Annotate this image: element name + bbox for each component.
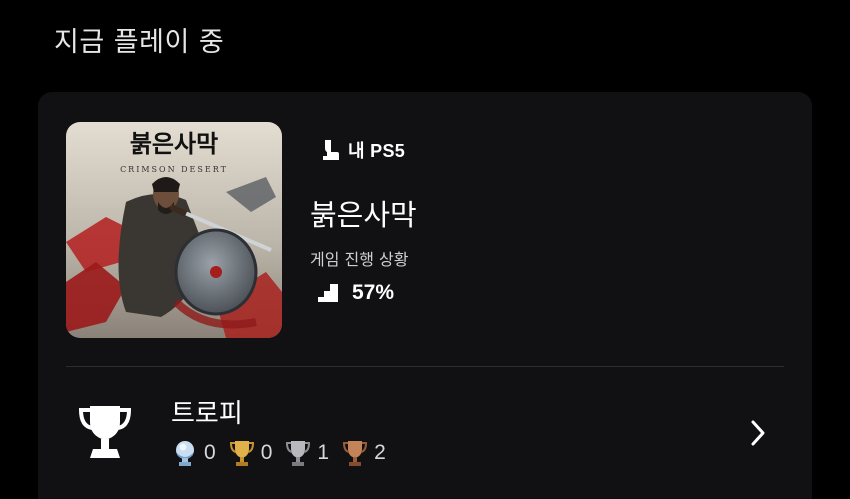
section-divider <box>66 366 784 367</box>
bronze-count: 2 <box>374 441 386 464</box>
platform-badge: 내 PS5 <box>322 137 405 163</box>
chevron-right-icon[interactable] <box>746 418 770 452</box>
cover-subtitle: CRIMSON DESERT <box>120 165 228 174</box>
page-title: 지금 플레이 중 <box>54 27 225 58</box>
progress-caption: 게임 진행 상황 <box>310 250 409 269</box>
ps5-console-icon <box>323 140 339 160</box>
platinum-trophy-count: 0 <box>173 439 216 467</box>
trophy-counts: 0 0 1 2 <box>173 439 400 467</box>
stairs-progress-icon <box>318 284 338 302</box>
cover-artwork: 붉은사막 CRIMSON DESERT <box>66 122 282 338</box>
cover-title: 붉은사막 <box>130 130 218 158</box>
trophy-section-label: 트로피 <box>171 399 243 429</box>
platinum-count: 0 <box>204 441 216 464</box>
game-progress: 57% <box>316 281 394 305</box>
bronze-trophy-count: 2 <box>343 439 386 467</box>
platinum-trophy-icon <box>176 441 194 466</box>
progress-value: 57% <box>352 281 395 304</box>
silver-trophy-count: 1 <box>286 439 329 467</box>
platform-label: 내 PS5 <box>348 141 406 161</box>
gold-trophy-icon <box>229 441 254 466</box>
gold-trophy-count: 0 <box>229 439 273 467</box>
game-cover-art[interactable]: 붉은사막 CRIMSON DESERT <box>66 122 282 338</box>
trophy-icon <box>78 404 132 464</box>
bronze-trophy-icon <box>343 441 368 466</box>
game-title: 붉은사막 <box>310 198 417 232</box>
gold-count: 0 <box>260 441 273 464</box>
silver-count: 1 <box>317 441 330 464</box>
silver-trophy-icon <box>286 441 311 466</box>
